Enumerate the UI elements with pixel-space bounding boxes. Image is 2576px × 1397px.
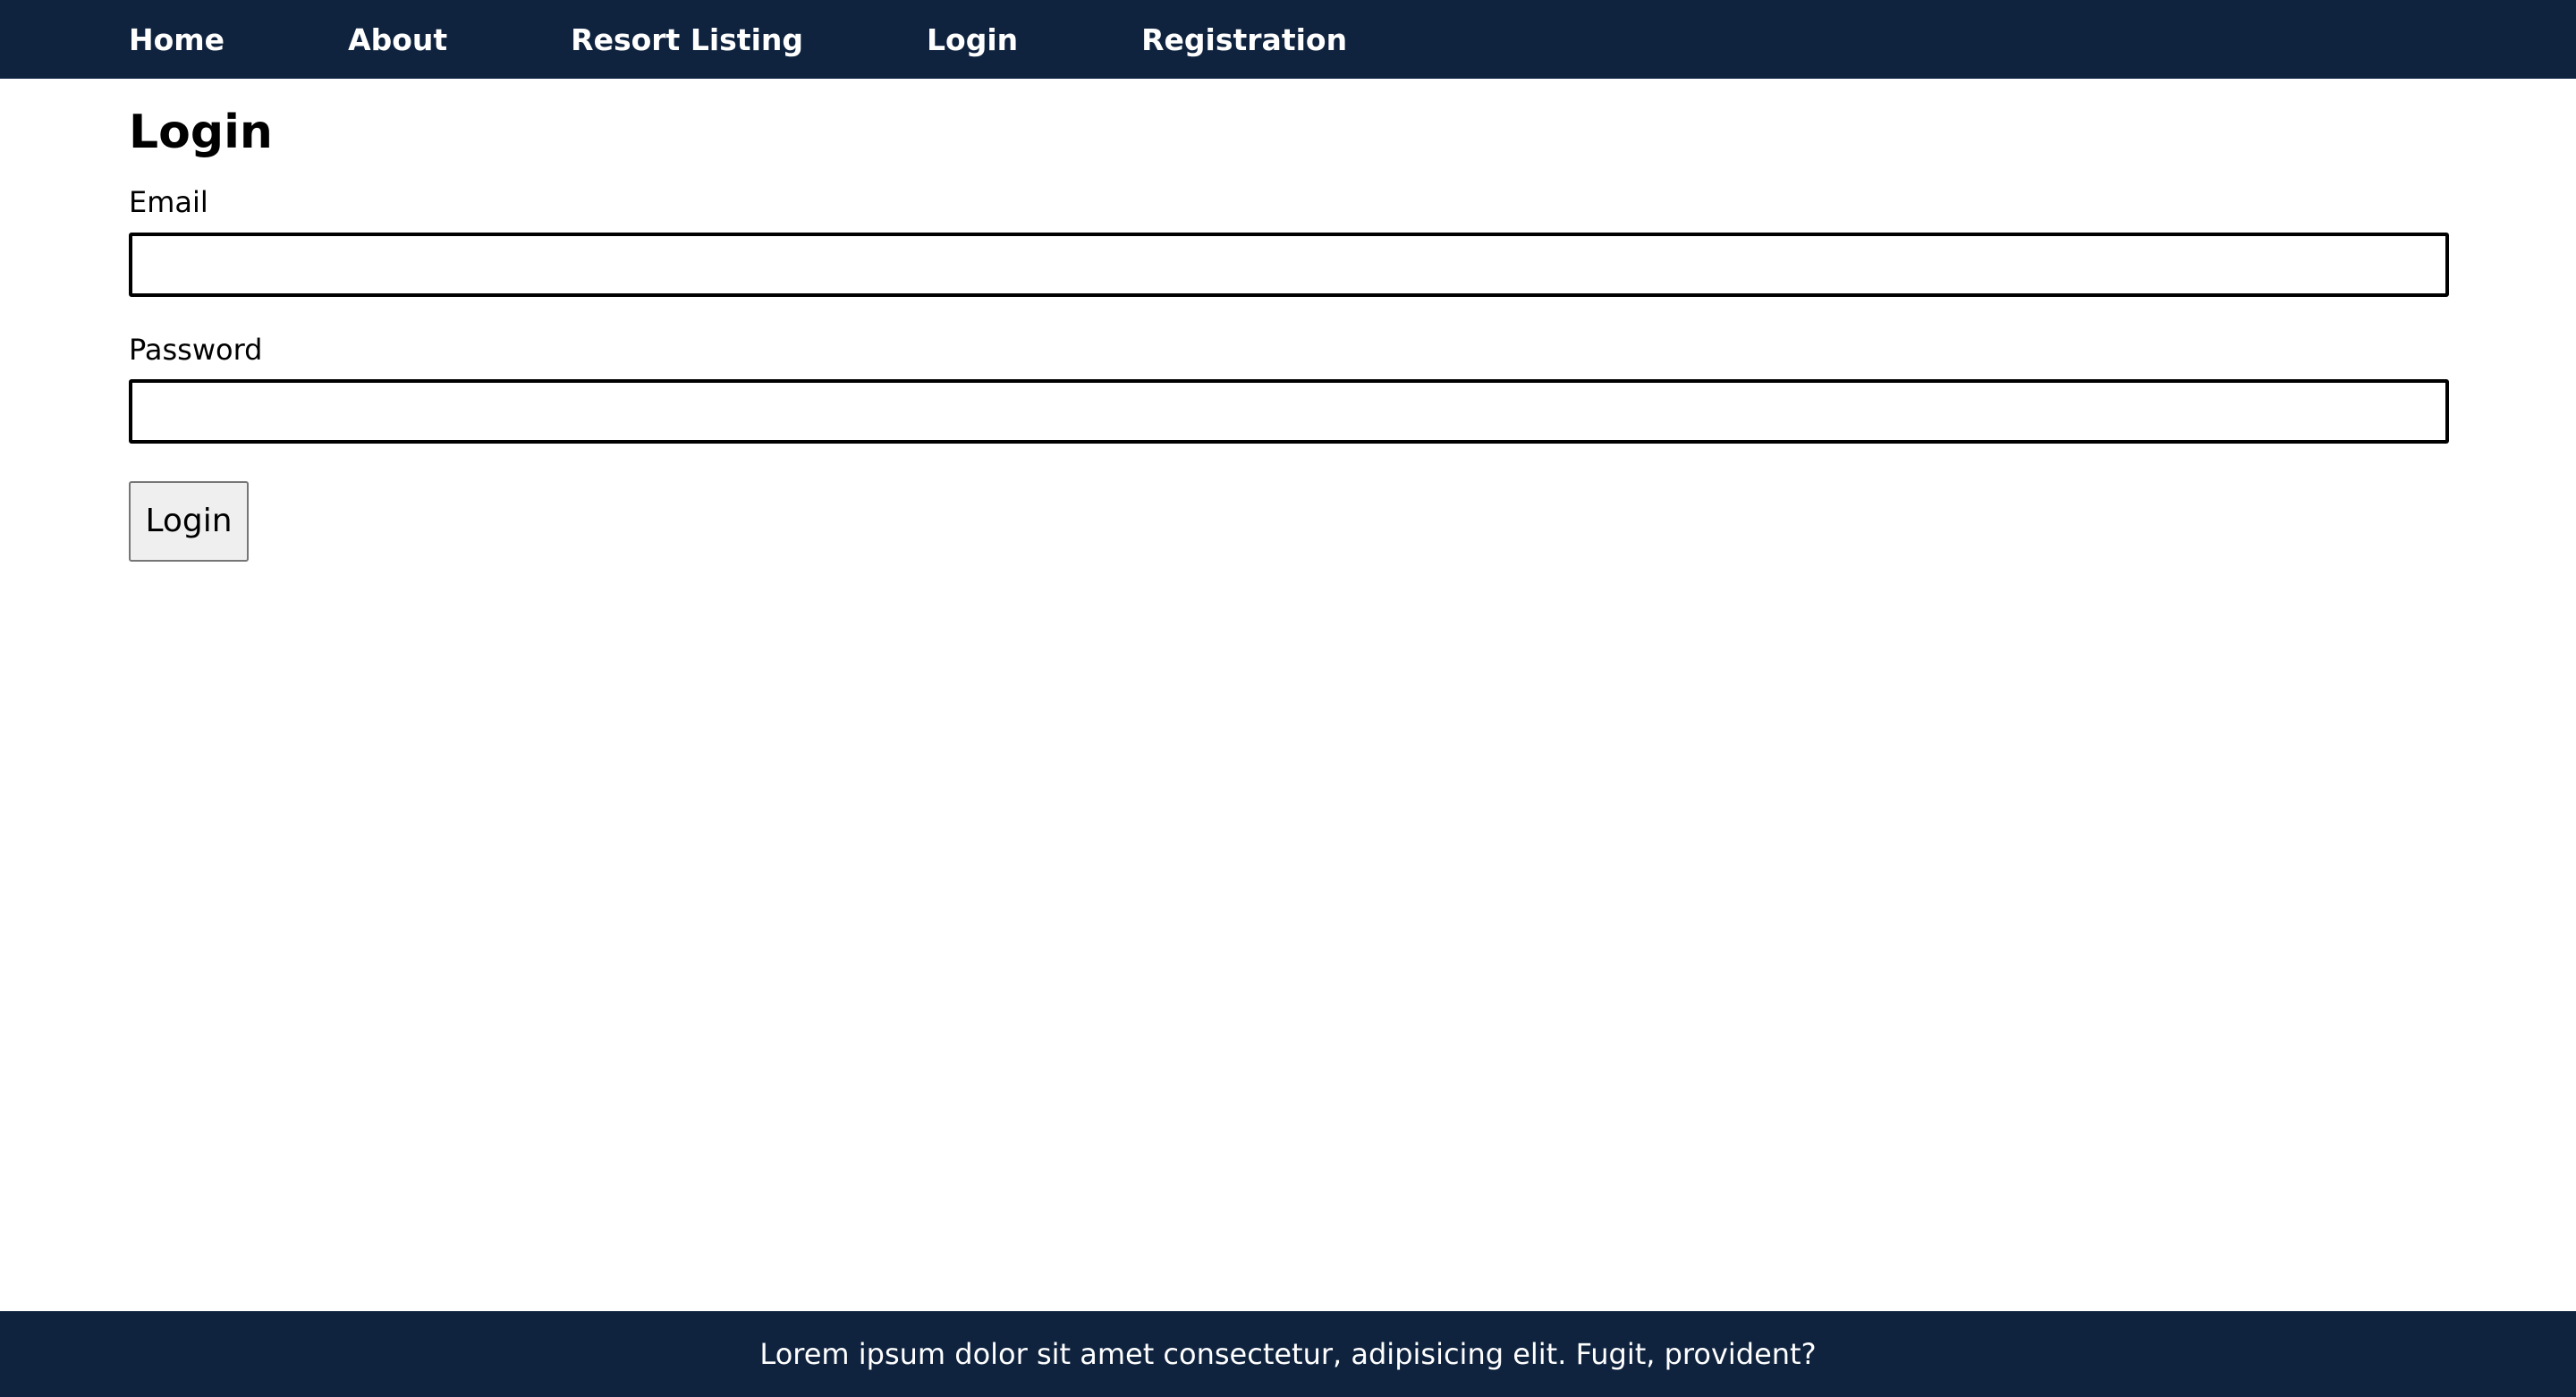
email-label: Email [129,185,208,220]
email-field[interactable] [129,232,2449,297]
footer: Lorem ipsum dolor sit amet consectetur, … [0,1311,2576,1397]
nav-link-resort-listing[interactable]: Resort Listing [571,22,803,57]
nav-link-about[interactable]: About [348,22,447,57]
password-field[interactable] [129,378,2449,444]
password-label: Password [129,332,263,367]
nav-link-login[interactable]: Login [927,22,1018,57]
login-form-container: Login Email Password Login [129,79,2449,562]
login-form: Email Password Login [129,185,2449,562]
nav-link-registration[interactable]: Registration [1141,22,1347,57]
top-navbar: Home About Resort Listing Login Registra… [0,0,2576,79]
login-button[interactable]: Login [129,480,249,562]
footer-text: Lorem ipsum dolor sit amet consectetur, … [759,1337,1817,1371]
page: Home About Resort Listing Login Registra… [0,0,2576,1397]
nav-link-home[interactable]: Home [129,22,225,57]
page-title: Login [129,106,273,159]
